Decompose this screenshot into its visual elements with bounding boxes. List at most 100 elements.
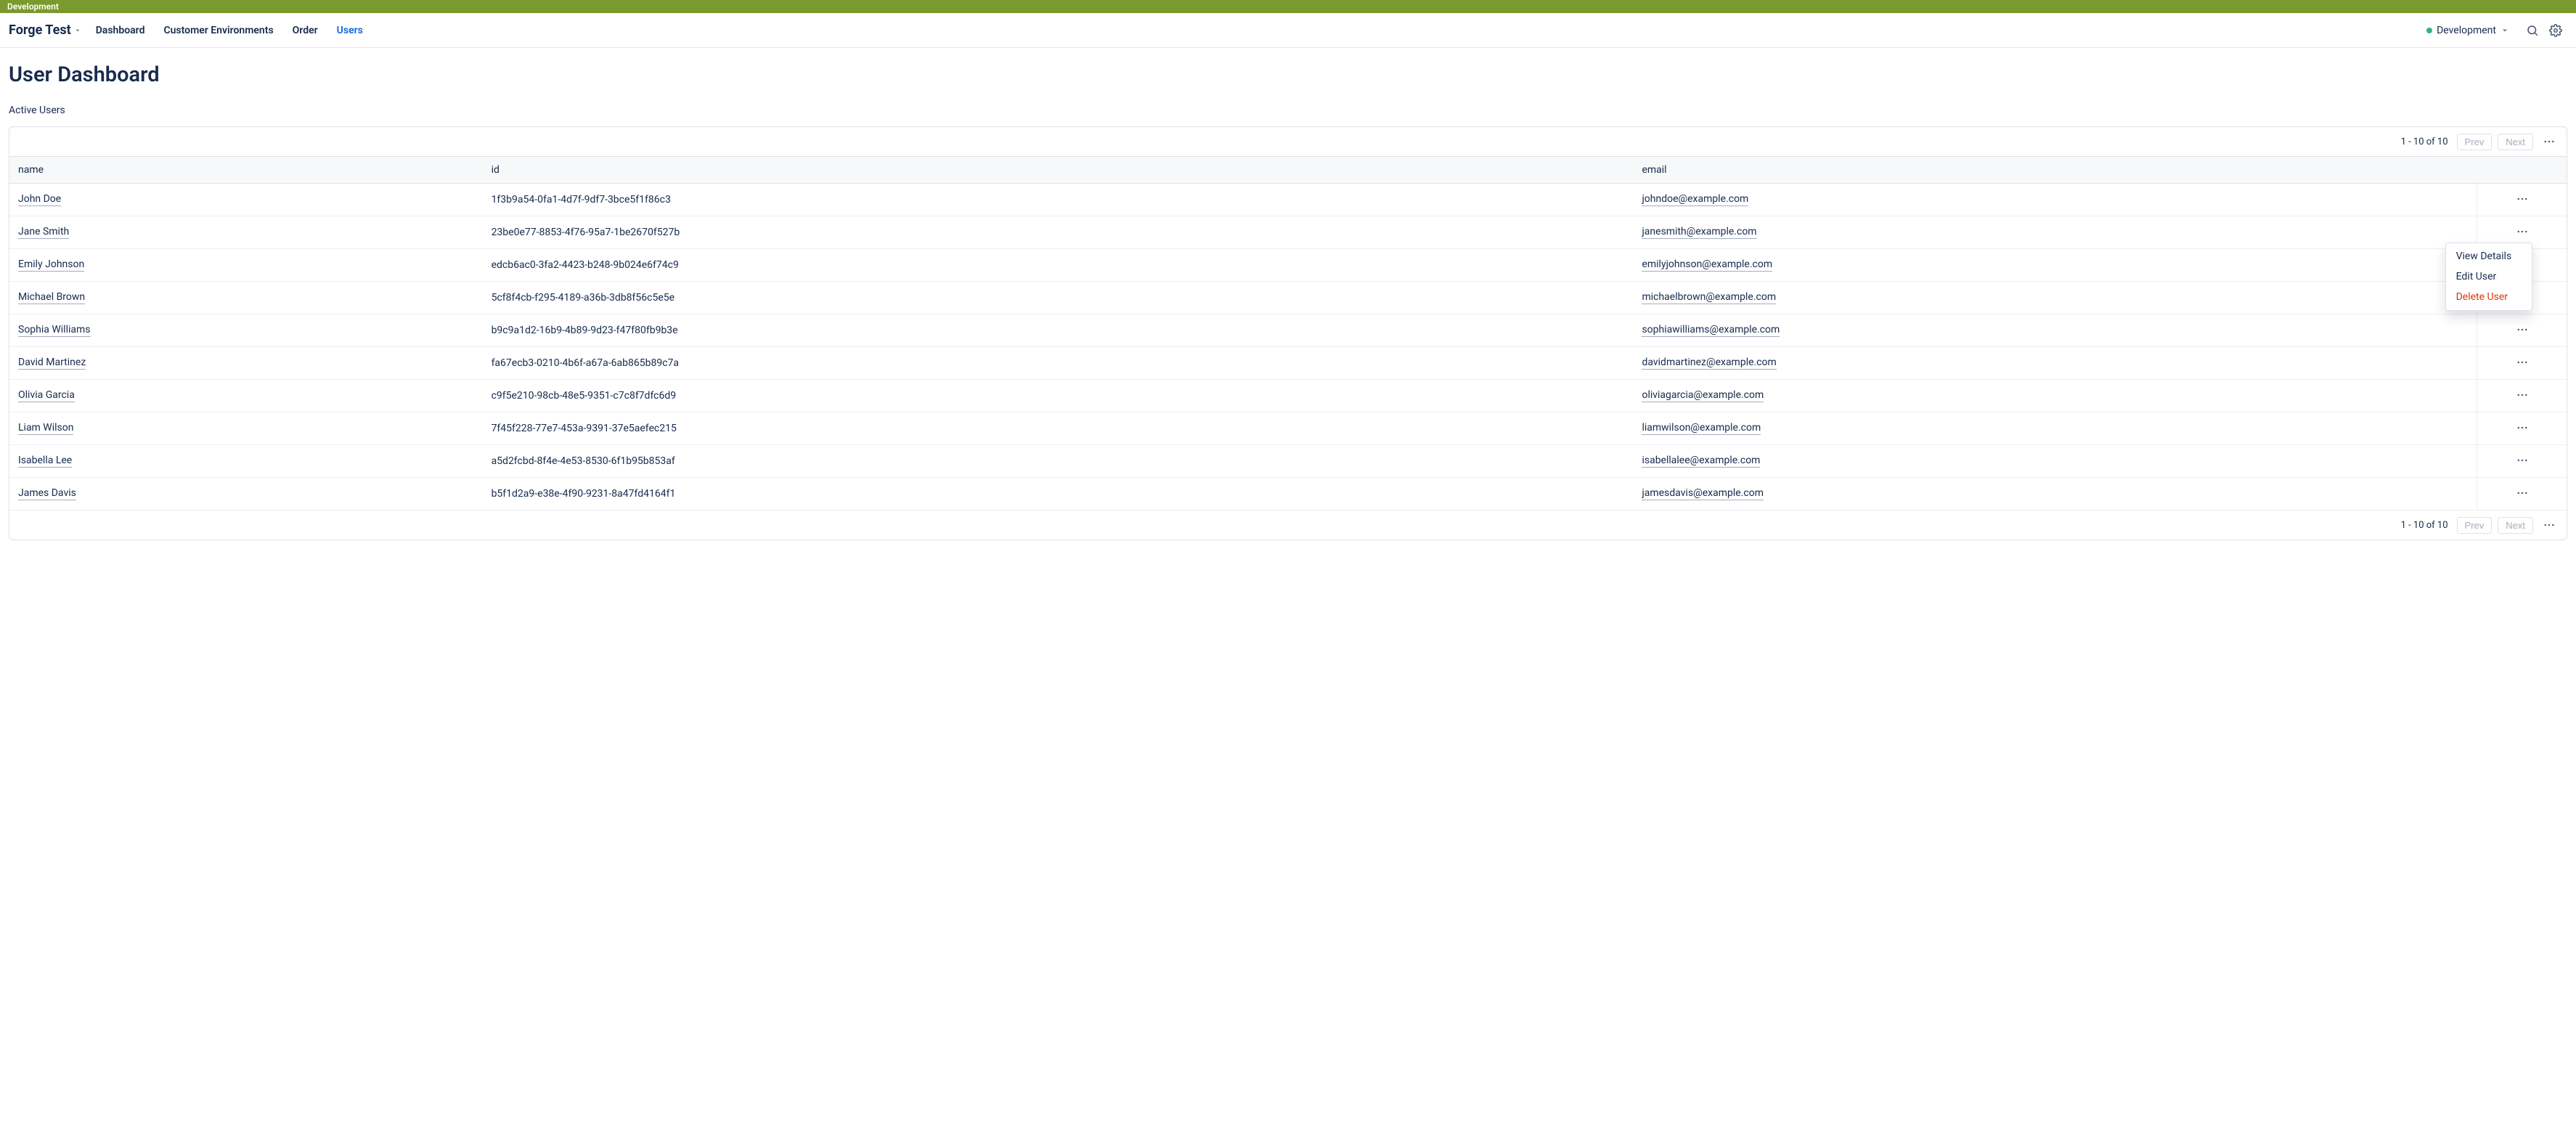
delete-user-item[interactable]: Delete User (2446, 287, 2532, 307)
table-row: David Martinez fa67ecb3-0210-4b6f-a67a-6a… (9, 347, 2567, 380)
user-email-link[interactable]: michaelbrown@example.com (1642, 291, 1776, 304)
gear-icon (2549, 24, 2562, 37)
user-id: b5f1d2a9-e38e-4f90-9231-8a47fd4164f1 (492, 488, 676, 500)
nav-users[interactable]: Users (337, 25, 363, 36)
users-table: name id email John Doe 1f3b9a54-0fa1-4d7f… (9, 156, 2567, 510)
more-horizontal-icon (2516, 225, 2529, 238)
user-id: 1f3b9a54-0fa1-4d7f-9df7-3bce5f1f86c3 (492, 194, 671, 206)
pagination-range: 1 - 10 of 10 (2401, 137, 2448, 147)
table-row: Olivia Garcia c9f5e210-98cb-48e5-9351-c7c… (9, 380, 2567, 412)
user-id: b9c9a1d2-16b9-4b89-9d23-f47f80fb9b3e (492, 325, 678, 336)
page-content: User Dashboard Active Users 1 - 10 of 10… (0, 48, 2576, 569)
user-email-link[interactable]: jamesdavis@example.com (1642, 487, 1764, 500)
user-name-link[interactable]: Sophia Williams (18, 324, 91, 337)
row-actions-button[interactable] (2512, 224, 2532, 240)
environment-switcher-label: Development (2437, 25, 2496, 36)
table-row: Emily Johnson edcb6ac0-3fa2-4423-b248-9b0… (9, 249, 2567, 282)
nav-customer-environments[interactable]: Customer Environments (163, 25, 273, 36)
prev-button[interactable]: Prev (2457, 517, 2493, 534)
column-header-id[interactable]: id (483, 157, 1634, 184)
more-horizontal-icon (2516, 487, 2529, 500)
more-horizontal-icon (2516, 323, 2529, 336)
prev-button[interactable]: Prev (2457, 134, 2493, 150)
user-id: fa67ecb3-0210-4b6f-a67a-6ab865b89c7a (492, 357, 679, 369)
table-row: Isabella Lee a5d2fcbd-8f4e-4e53-8530-6f1b… (9, 445, 2567, 478)
environment-bar: Development (0, 0, 2576, 13)
nav-links: Dashboard Customer Environments Order Us… (96, 25, 363, 36)
column-header-name[interactable]: name (9, 157, 483, 184)
table-options-button[interactable] (2539, 133, 2559, 150)
nav-dashboard[interactable]: Dashboard (96, 25, 145, 36)
pagination-bottom: 1 - 10 of 10 Prev Next (9, 510, 2567, 540)
more-horizontal-icon (2516, 388, 2529, 402)
more-horizontal-icon (2516, 356, 2529, 369)
view-details-item[interactable]: View Details (2446, 246, 2532, 267)
table-row: James Davis b5f1d2a9-e38e-4f90-9231-8a47f… (9, 478, 2567, 510)
brand-name: Forge Test (9, 23, 71, 38)
user-id: 5cf8f4cb-f295-4189-a36b-3db8f56c5e5e (492, 292, 675, 304)
user-name-link[interactable]: Liam Wilson (18, 422, 73, 435)
user-name-link[interactable]: Olivia Garcia (18, 389, 75, 402)
user-id: edcb6ac0-3fa2-4423-b248-9b024e6f74c9 (492, 259, 679, 271)
table-row: Jane Smith 23be0e77-8853-4f76-95a7-1be267… (9, 216, 2567, 249)
column-header-email[interactable]: email (1633, 157, 2477, 184)
column-header-actions (2477, 157, 2567, 184)
user-email-link[interactable]: oliviagarcia@example.com (1642, 389, 1764, 402)
row-actions-button[interactable] (2512, 191, 2532, 207)
user-name-link[interactable]: Michael Brown (18, 291, 85, 304)
user-id: c9f5e210-98cb-48e5-9351-c7c8f7dfc6d9 (492, 390, 677, 402)
user-email-link[interactable]: sophiawilliams@example.com (1642, 324, 1780, 337)
user-id: a5d2fcbd-8f4e-4e53-8530-6f1b95b853af (492, 455, 675, 467)
more-horizontal-icon (2516, 421, 2529, 434)
pagination-range: 1 - 10 of 10 (2401, 520, 2448, 531)
users-card: 1 - 10 of 10 Prev Next name id email Joh… (9, 126, 2567, 540)
edit-user-item[interactable]: Edit User (2446, 267, 2532, 287)
more-horizontal-icon (2543, 518, 2556, 532)
user-name-link[interactable]: Isabella Lee (18, 455, 72, 468)
row-actions-button[interactable] (2512, 485, 2532, 501)
row-actions-menu: View Details Edit User Delete User (2445, 243, 2532, 311)
environment-bar-label: Development (7, 1, 59, 12)
more-horizontal-icon (2516, 192, 2529, 206)
table-options-button[interactable] (2539, 516, 2559, 534)
row-actions-button[interactable] (2512, 420, 2532, 436)
more-horizontal-icon (2543, 135, 2556, 148)
next-button[interactable]: Next (2498, 517, 2533, 534)
pagination-top: 1 - 10 of 10 Prev Next (9, 127, 2567, 156)
environment-switcher[interactable]: Development (2426, 25, 2509, 36)
table-row: Sophia Williams b9c9a1d2-16b9-4b89-9d23-f… (9, 314, 2567, 347)
user-email-link[interactable]: isabellalee@example.com (1642, 455, 1760, 468)
user-email-link[interactable]: liamwilson@example.com (1642, 422, 1761, 435)
page-title: User Dashboard (9, 62, 2567, 87)
status-dot-icon (2426, 28, 2432, 33)
row-actions-button[interactable] (2512, 452, 2532, 468)
more-horizontal-icon (2516, 454, 2529, 467)
section-label: Active Users (9, 105, 2567, 116)
user-name-link[interactable]: John Doe (18, 193, 61, 206)
chevron-down-icon (74, 27, 81, 34)
user-email-link[interactable]: davidmartinez@example.com (1642, 357, 1776, 370)
user-id: 7f45f228-77e7-453a-9391-37e5aefec215 (492, 423, 677, 434)
brand-switcher[interactable]: Forge Test (9, 23, 81, 38)
next-button[interactable]: Next (2498, 134, 2533, 150)
top-nav: Forge Test Dashboard Customer Environmen… (0, 13, 2576, 48)
nav-order[interactable]: Order (293, 25, 318, 36)
user-name-link[interactable]: Jane Smith (18, 226, 69, 239)
table-row: Michael Brown 5cf8f4cb-f295-4189-a36b-3db… (9, 282, 2567, 314)
search-icon (2526, 24, 2539, 37)
chevron-down-icon (2500, 26, 2509, 35)
table-row: Liam Wilson 7f45f228-77e7-453a-9391-37e5a… (9, 412, 2567, 445)
table-row: John Doe 1f3b9a54-0fa1-4d7f-9df7-3bce5f1f… (9, 184, 2567, 216)
search-button[interactable] (2521, 19, 2544, 42)
settings-button[interactable] (2544, 19, 2567, 42)
user-id: 23be0e77-8853-4f76-95a7-1be2670f527b (492, 227, 680, 238)
user-email-link[interactable]: johndoe@example.com (1642, 193, 1748, 206)
row-actions-button[interactable] (2512, 354, 2532, 370)
row-actions-button[interactable] (2512, 322, 2532, 338)
user-email-link[interactable]: emilyjohnson@example.com (1642, 259, 1772, 272)
user-name-link[interactable]: David Martinez (18, 357, 86, 370)
row-actions-button[interactable] (2512, 387, 2532, 403)
user-email-link[interactable]: janesmith@example.com (1642, 226, 1756, 239)
user-name-link[interactable]: Emily Johnson (18, 259, 84, 272)
user-name-link[interactable]: James Davis (18, 487, 76, 500)
